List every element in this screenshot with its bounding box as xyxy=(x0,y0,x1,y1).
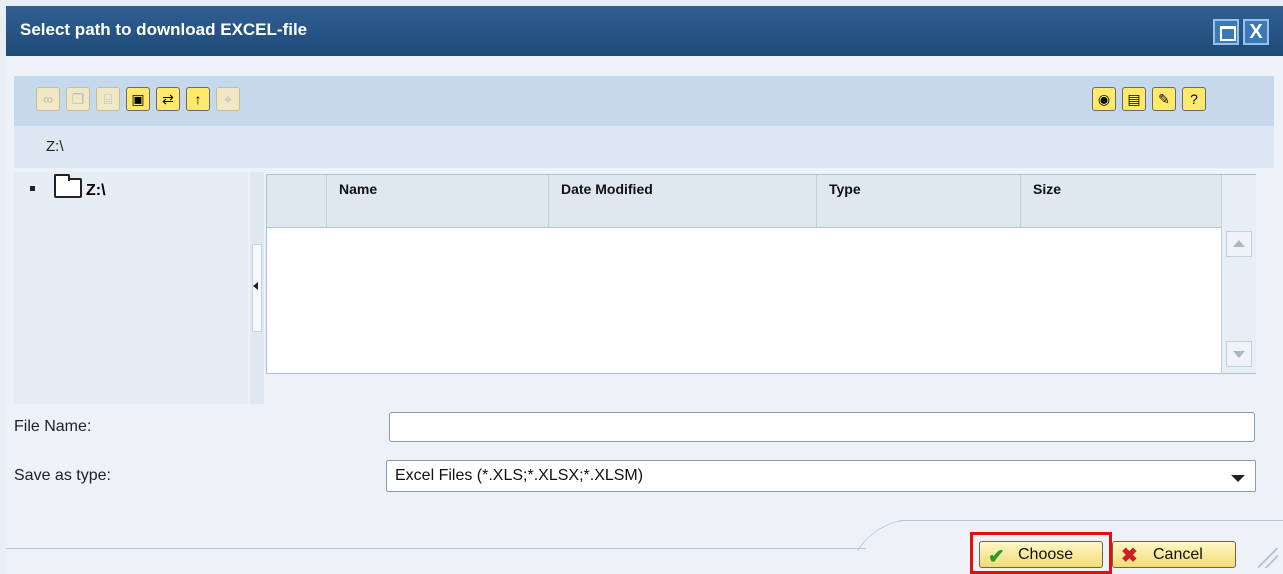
delete-icon: ⌸ xyxy=(96,87,120,111)
scroll-up-icon[interactable] xyxy=(1226,231,1252,257)
choose-button-label: Choose xyxy=(1018,546,1074,563)
column-header-label: Name xyxy=(339,181,378,197)
column-header-type[interactable]: Type xyxy=(817,175,1021,227)
network-drive-icon[interactable]: ◉ xyxy=(1092,87,1116,111)
column-header-name[interactable]: Name xyxy=(327,175,549,227)
title-bar: Select path to download EXCEL-file X xyxy=(6,6,1283,56)
link-icon: ∞ xyxy=(36,87,60,111)
download-dialog: Select path to download EXCEL-file X ∞ ❐ ⌸… xyxy=(0,0,1283,574)
folder-tree: Z:\ xyxy=(14,172,248,404)
toolbar: ∞ ❐ ⌸ ▣ ⇄ ↑ ⌖ ◉ ▤ ✎? xyxy=(14,76,1274,127)
cancel-x-icon: ✖ xyxy=(1121,545,1138,567)
tree-item-root[interactable]: Z:\ xyxy=(86,182,106,200)
file-list-header: Name Date Modified Type Size xyxy=(267,175,1221,228)
footer-divider xyxy=(6,548,866,549)
file-list-grid: Name Date Modified Type Size xyxy=(266,174,1256,374)
up-folder-icon[interactable]: ↑ xyxy=(186,87,210,111)
current-path-bar: Z:\ xyxy=(14,126,1274,168)
file-name-label: File Name: xyxy=(14,418,92,435)
checkmark-icon: ✔ xyxy=(988,546,1005,568)
folder-icon[interactable] xyxy=(54,174,82,198)
column-header-label: Type xyxy=(829,181,861,197)
file-name-input[interactable] xyxy=(389,412,1255,442)
footer-divider-top xyxy=(900,520,1283,521)
collapse-arrow-icon[interactable] xyxy=(253,282,258,290)
scroll-down-icon[interactable] xyxy=(1226,341,1252,367)
help-icon[interactable]: ? xyxy=(1182,87,1206,111)
chevron-down-icon[interactable] xyxy=(1231,475,1245,482)
details-icon[interactable]: ▤ xyxy=(1122,87,1146,111)
pane-splitter[interactable] xyxy=(250,172,264,404)
cancel-button[interactable]: ✖ Cancel xyxy=(1112,541,1236,568)
new-folder-icon[interactable]: ▣ xyxy=(126,87,150,111)
maximize-icon[interactable] xyxy=(1213,19,1239,45)
vertical-scrollbar[interactable] xyxy=(1221,175,1256,373)
dialog-title: Select path to download EXCEL-file xyxy=(20,20,308,39)
row-selector-column[interactable] xyxy=(267,175,327,227)
column-header-label: Date Modified xyxy=(561,181,653,197)
resize-grip-icon[interactable] xyxy=(1258,548,1278,568)
column-header-size[interactable]: Size xyxy=(1021,175,1221,227)
save-as-type-select[interactable]: Excel Files (*.XLS;*.XLSX;*.XLSM) xyxy=(386,460,1256,492)
cancel-button-label: Cancel xyxy=(1153,546,1203,563)
close-icon[interactable]: X xyxy=(1243,19,1269,45)
tree-node-bullet xyxy=(30,186,35,191)
choose-button[interactable]: ✔ Choose xyxy=(979,541,1103,568)
refresh-icon[interactable]: ⇄ xyxy=(156,87,180,111)
edit-icon[interactable]: ✎ xyxy=(1152,87,1176,111)
current-path: Z:\ xyxy=(46,138,64,155)
save-as-type-label: Save as type: xyxy=(14,467,111,484)
column-header-label: Size xyxy=(1033,181,1062,197)
copy-icon: ❐ xyxy=(66,87,90,111)
expand-icon: ⌖ xyxy=(216,87,240,111)
column-header-date-modified[interactable]: Date Modified xyxy=(549,175,817,227)
save-as-type-value: Excel Files (*.XLS;*.XLSX;*.XLSM) xyxy=(395,467,644,484)
